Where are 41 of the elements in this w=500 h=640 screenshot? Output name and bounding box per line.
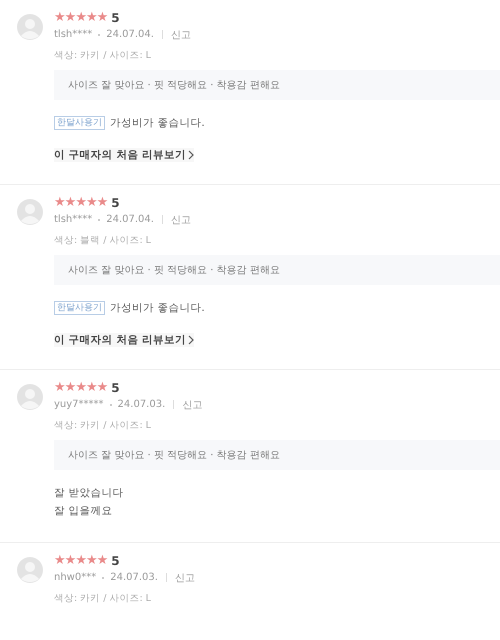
username: tlsh**** xyxy=(54,29,92,40)
star-rating: ★★★★★ xyxy=(54,11,108,25)
avatar-icon xyxy=(17,14,43,40)
report-link[interactable]: 신고 xyxy=(174,570,195,584)
star-rating: ★★★★★ xyxy=(54,554,108,568)
review-summary: 사이즈 잘 맞아요 · 핏 적당해요 · 착용감 편해요 xyxy=(54,70,500,100)
review-date: 24.07.03. xyxy=(118,399,166,410)
review-summary: 사이즈 잘 맞아요 · 핏 적당해요 · 착용감 편해요 xyxy=(54,440,500,470)
review-date: 24.07.03. xyxy=(110,572,158,583)
username: yuy7***** xyxy=(54,399,104,410)
review-text: 잘 입을께요 xyxy=(54,504,112,519)
review-date: 24.07.04. xyxy=(106,214,154,225)
product-options: 색상: 카키 / 사이즈: L xyxy=(54,592,500,606)
avatar-icon xyxy=(17,199,43,225)
rating-score: 5 xyxy=(111,554,120,568)
rating-score: 5 xyxy=(111,11,120,25)
review-text: 잘 받았습니다 xyxy=(54,486,124,501)
username: nhw0*** xyxy=(54,572,96,583)
review-tag: 한달사용기 xyxy=(54,116,105,130)
avatar-icon xyxy=(17,557,43,583)
report-link[interactable]: 신고 xyxy=(170,212,191,226)
review-text: 가성비가 좋습니다. xyxy=(110,301,205,316)
review-date: 24.07.04. xyxy=(106,29,154,40)
report-link[interactable]: 신고 xyxy=(170,28,191,42)
star-rating: ★★★★★ xyxy=(54,196,108,210)
rating-score: 5 xyxy=(111,381,120,395)
first-review-link[interactable]: 이 구매자의 처음 리뷰보기 xyxy=(54,148,194,162)
report-link[interactable]: 신고 xyxy=(182,398,202,412)
product-options: 색상: 카키 / 사이즈: L xyxy=(54,49,500,63)
rating-score: 5 xyxy=(111,196,120,210)
review-text: 가성비가 좋습니다. xyxy=(110,116,205,131)
review-tag: 한달사용기 xyxy=(54,301,105,315)
product-options: 색상: 블랙 / 사이즈: L xyxy=(54,234,500,248)
first-review-link[interactable]: 이 구매자의 처음 리뷰보기 xyxy=(54,333,194,347)
product-options: 색상: 카키 / 사이즈: L xyxy=(54,419,500,433)
review-summary: 사이즈 잘 맞아요 · 핏 적당해요 · 착용감 편해요 xyxy=(54,255,500,285)
chevron-right-icon xyxy=(188,335,194,345)
username: tlsh**** xyxy=(54,214,92,225)
chevron-right-icon xyxy=(188,150,194,160)
star-rating: ★★★★★ xyxy=(54,381,108,395)
avatar-icon xyxy=(17,384,43,410)
